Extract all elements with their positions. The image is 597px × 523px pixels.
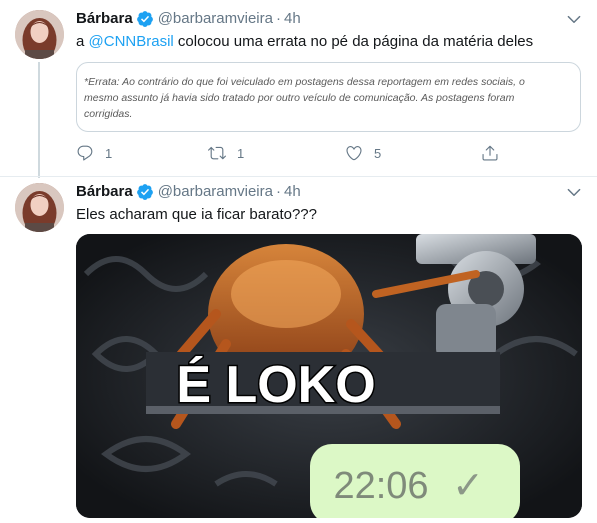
like-button[interactable]: 5 (345, 144, 381, 162)
thread-connector-line (38, 62, 40, 178)
verified-badge-icon (136, 183, 154, 201)
tweet-text-start: a (76, 33, 89, 50)
verified-badge-icon (136, 10, 154, 28)
tweet-text-rest: colocou uma errata no pé da página da ma… (173, 33, 534, 50)
tweet-header: Bárbara @barbaramvieira · 4h (76, 182, 301, 202)
errata-line: mesmo assunto já havia sido tratado por … (84, 92, 515, 104)
mention-link[interactable]: @CNNBrasil (89, 33, 174, 50)
handle[interactable]: @barbaramvieira (158, 182, 273, 202)
chevron-down-icon[interactable] (565, 10, 583, 28)
timestamp[interactable]: 4h (284, 9, 301, 29)
tweet-header: Bárbara @barbaramvieira · 4h (76, 9, 301, 29)
media-clock-text: 22:06 (333, 465, 428, 507)
reply-button[interactable]: 1 (76, 144, 112, 162)
errata-line: corrigidas. (84, 108, 133, 120)
separator-dot: · (275, 183, 281, 200)
tweet-text: Eles acharam que ia ficar barato??? (76, 206, 317, 223)
like-count: 5 (374, 145, 382, 161)
display-name[interactable]: Bárbara (76, 182, 133, 202)
tweet-media-image[interactable]: É LOKO 22:06 ✓ (76, 234, 582, 518)
errata-line: *Errata: Ao contrário do que foi veicula… (84, 76, 525, 88)
retweet-button[interactable]: 1 (208, 144, 244, 162)
quoted-errata-box[interactable]: *Errata: Ao contrário do que foi veicula… (76, 62, 581, 132)
tweet-actions: 1 1 5 (76, 144, 506, 164)
reply-icon (77, 145, 93, 161)
timestamp[interactable]: 4h (284, 182, 301, 202)
avatar[interactable] (15, 10, 64, 59)
retweet-icon (208, 146, 226, 160)
share-button[interactable] (481, 144, 499, 162)
reply-count: 1 (105, 145, 113, 161)
display-name[interactable]: Bárbara (76, 9, 133, 29)
chevron-down-icon[interactable] (565, 183, 583, 201)
avatar[interactable] (15, 183, 64, 232)
media-caption: É LOKO (176, 356, 375, 414)
like-icon (346, 146, 362, 161)
media-check-mark: ✓ (452, 463, 484, 507)
retweet-count: 1 (237, 145, 245, 161)
separator-dot: · (275, 10, 281, 27)
tweet-text: a @CNNBrasil colocou uma errata no pé da… (76, 32, 533, 52)
share-icon (482, 145, 498, 161)
tweet-divider (0, 176, 597, 177)
handle[interactable]: @barbaramvieira (158, 9, 273, 29)
